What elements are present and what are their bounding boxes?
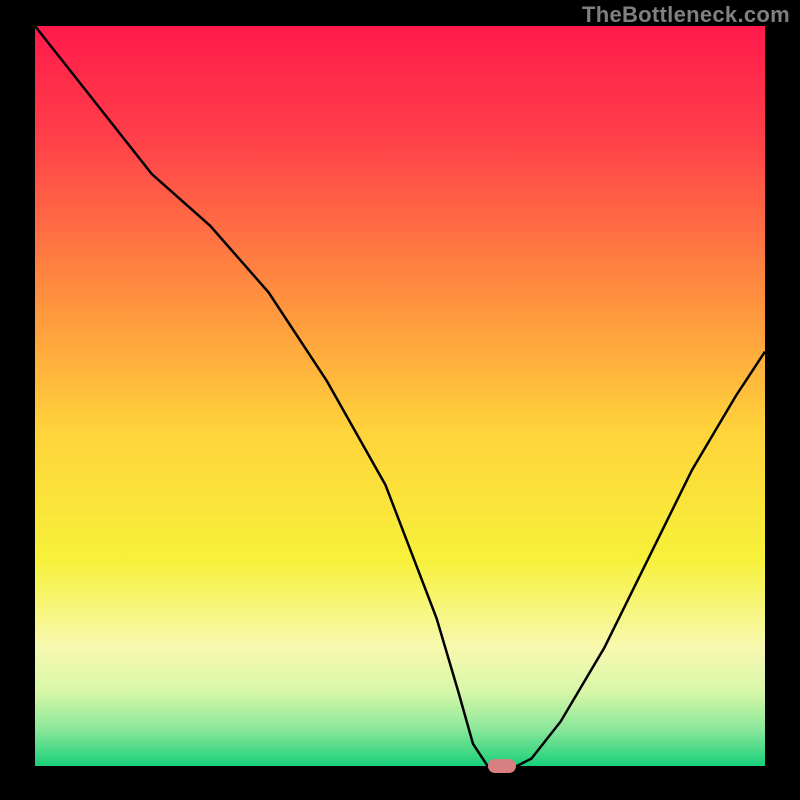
watermark-text: TheBottleneck.com <box>582 2 790 28</box>
chart-svg <box>35 26 765 766</box>
optimal-marker <box>488 759 516 773</box>
chart-frame: TheBottleneck.com <box>0 0 800 800</box>
plot-area <box>35 26 765 766</box>
gradient-background <box>35 26 765 766</box>
